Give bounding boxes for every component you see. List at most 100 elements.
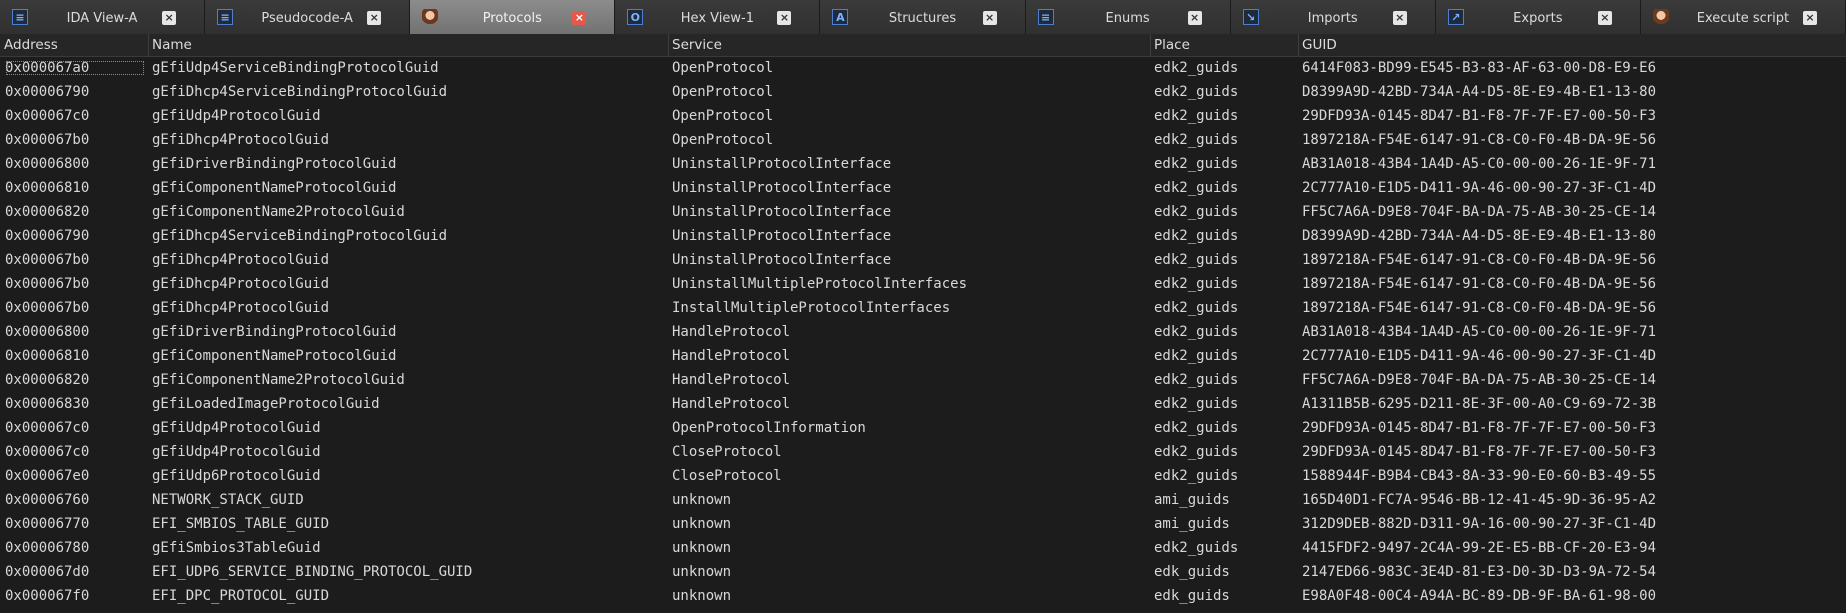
cell-address: 0x00006800 [5,324,90,340]
cell-address: 0x00006780 [5,540,90,556]
cell-guid: 1897218A-F54E-6147-91-C8-C0-F0-4B-DA-9E-… [1302,300,1657,316]
table-row[interactable]: 0x000067b0 gEfiDhcp4ProtocolGuid InstallMu… [0,296,1846,320]
cell-service: UninstallProtocolInterface [672,228,892,244]
tab-structures[interactable]: A Structures × [820,0,1026,38]
close-icon[interactable]: × [1597,11,1612,25]
table-row[interactable]: 0x000067b0 gEfiDhcp4ProtocolGuid Uninstall… [0,248,1846,272]
table-row[interactable]: 0x00006790 gEfiDhcp4ServiceBindingProtoco… [0,80,1846,104]
cell-address: 0x00006820 [5,372,90,388]
cell-guid: FF5C7A6A-D9E8-704F-BA-DA-75-AB-30-25-CE-… [1302,372,1657,388]
cell-name: gEfiUdp4ProtocolGuid [152,108,321,124]
column-header-address[interactable]: Address [0,37,58,53]
cell-guid: 29DFD93A-0145-8D47-B1-F8-7F-7F-E7-00-50-… [1302,420,1657,436]
cell-name: EFI_SMBIOS_TABLE_GUID [152,516,330,532]
cell-service: OpenProtocol [672,108,774,124]
table-row[interactable]: 0x000067f0 EFI_DPC_PROTOCOL_GUID unknown ed… [0,584,1846,608]
column-header-guid[interactable]: GUID [1298,37,1337,53]
cell-name: gEfiDhcp4ProtocolGuid [152,132,330,148]
cell-guid: 1897218A-F54E-6147-91-C8-C0-F0-4B-DA-9E-… [1302,252,1657,268]
tab-hex-view-1[interactable]: O Hex View-1 × [615,0,821,38]
close-icon[interactable]: × [162,11,177,25]
cell-place: edk2_guids [1154,348,1239,364]
cell-name: gEfiDhcp4ServiceBindingProtocolGuid [152,84,448,100]
cell-name: gEfiUdp4ProtocolGuid [152,420,321,436]
table-row[interactable]: 0x00006810 gEfiComponentNameProtocolGuid H… [0,344,1846,368]
close-icon[interactable]: × [1187,11,1202,25]
tab-enums[interactable]: ≡ Enums × [1025,0,1231,38]
close-icon[interactable]: × [367,11,382,25]
table-row[interactable]: 0x000067b0 gEfiDhcp4ProtocolGuid OpenProto… [0,128,1846,152]
cell-service: OpenProtocol [672,60,774,76]
cell-name: gEfiComponentName2ProtocolGuid [152,372,405,388]
tab-protocols[interactable]: Protocols × [410,0,616,38]
table-row[interactable]: 0x00006800 gEfiDriverBindingProtocolGuid H… [0,320,1846,344]
column-header-name[interactable]: Name [148,37,192,53]
tab-exports[interactable]: ↗ Exports × [1435,0,1641,38]
table-row[interactable]: 0x00006760 NETWORK_STACK_GUID unknown ami_g… [0,488,1846,512]
cell-place: edk2_guids [1154,156,1239,172]
table-row[interactable]: 0x000067c0 gEfiUdp4ProtocolGuid OpenProtoc… [0,416,1846,440]
table-row[interactable]: 0x00006820 gEfiComponentName2ProtocolGuid… [0,200,1846,224]
ida-view-icon: ≡ [12,9,28,25]
column-header-service[interactable]: Service [668,37,722,53]
cell-address: 0x00006800 [5,156,90,172]
cell-name: EFI_DPC_PROTOCOL_GUID [152,588,330,604]
close-icon[interactable]: × [777,11,792,25]
close-icon[interactable]: × [1392,11,1407,25]
plugin-avatar-icon [422,9,439,25]
cell-place: edk2_guids [1154,60,1239,76]
enums-icon: ≡ [1037,9,1054,25]
close-icon[interactable]: × [572,11,587,25]
table-row[interactable]: 0x000067c0 gEfiUdp4ProtocolGuid CloseProto… [0,440,1846,464]
table-row[interactable]: 0x000067a0 gEfiUdp4ServiceBindingProtocol… [0,56,1846,80]
execute-script-icon [1652,9,1669,25]
hex-view-icon: O [627,9,644,25]
cell-guid: 2147ED66-983C-3E4D-81-E3-D0-3D-D3-9A-72-… [1302,564,1657,580]
cell-place: edk2_guids [1154,372,1239,388]
cell-guid: A1311B5B-6295-D211-8E-3F-00-A0-C9-69-72-… [1302,396,1657,412]
table-row[interactable]: 0x000067b0 gEfiDhcp4ProtocolGuid Uninstall… [0,272,1846,296]
tab-imports[interactable]: ↘ Imports × [1230,0,1436,38]
table-row[interactable]: 0x00006780 gEfiSmbios3TableGuid unknown edk… [0,536,1846,560]
tab-label: IDA View-A [66,11,138,26]
table-row[interactable]: 0x00006800 gEfiDriverBindingProtocolGuid U… [0,152,1846,176]
cell-address: 0x00006790 [5,228,90,244]
table-row[interactable]: 0x000067c0 gEfiUdp4ProtocolGuid OpenProtoc… [0,104,1846,128]
cell-guid: AB31A018-43B4-1A4D-A5-C0-00-00-26-1E-9F-… [1302,324,1657,340]
table-row[interactable]: 0x000067e0 gEfiUdp6ProtocolGuid CloseProto… [0,464,1846,488]
cell-name: gEfiDriverBindingProtocolGuid [152,324,397,340]
cell-guid: 6414F083-BD99-E545-B3-83-AF-63-00-D8-E9-… [1302,60,1657,76]
table-row[interactable]: 0x00006790 gEfiDhcp4ServiceBindingProtoco… [0,224,1846,248]
cell-guid: D8399A9D-42BD-734A-A4-D5-8E-E9-4B-E1-13-… [1302,228,1657,244]
cell-address: 0x000067e0 [5,468,90,484]
table-row[interactable]: 0x00006810 gEfiComponentNameProtocolGuid U… [0,176,1846,200]
cell-place: edk2_guids [1154,276,1239,292]
table-row[interactable]: 0x00006820 gEfiComponentName2ProtocolGuid… [0,368,1846,392]
cell-guid: 29DFD93A-0145-8D47-B1-F8-7F-7F-E7-00-50-… [1302,108,1657,124]
cell-address: 0x000067c0 [5,108,90,124]
column-header-place[interactable]: Place [1150,37,1190,53]
cell-guid: 29DFD93A-0145-8D47-B1-F8-7F-7F-E7-00-50-… [1302,444,1657,460]
cell-address: 0x000067b0 [5,300,90,316]
cell-guid: 1897218A-F54E-6147-91-C8-C0-F0-4B-DA-9E-… [1302,276,1657,292]
cell-service: InstallMultipleProtocolInterfaces [672,300,951,316]
cell-place: edk2_guids [1154,420,1239,436]
cell-service: unknown [672,588,732,604]
cell-place: edk_guids [1154,564,1230,580]
close-icon[interactable]: × [982,11,997,25]
tab-ida-view-a[interactable]: ≡ IDA View-A × [0,0,206,38]
tab-pseudocode-a[interactable]: ≡ Pseudocode-A × [205,0,411,38]
cell-service: UninstallProtocolInterface [672,180,892,196]
table-row[interactable]: 0x00006770 EFI_SMBIOS_TABLE_GUID unknown am… [0,512,1846,536]
tab-execute-script[interactable]: Execute script × [1640,0,1846,38]
cell-guid: AB31A018-43B4-1A4D-A5-C0-00-00-26-1E-9F-… [1302,156,1657,172]
cell-guid: 1588944F-B9B4-CB43-8A-33-90-E0-60-B3-49-… [1302,468,1657,484]
cell-service: unknown [672,564,732,580]
table-row[interactable]: 0x000067d0 EFI_UDP6_SERVICE_BINDING_PROTO… [0,560,1846,584]
tab-label: Structures [888,11,957,26]
tab-label: Protocols [482,11,542,26]
cell-address: 0x000067d0 [5,564,90,580]
close-icon[interactable]: × [1802,11,1817,25]
cell-place: edk2_guids [1154,204,1239,220]
table-row[interactable]: 0x00006830 gEfiLoadedImageProtocolGuid Han… [0,392,1846,416]
